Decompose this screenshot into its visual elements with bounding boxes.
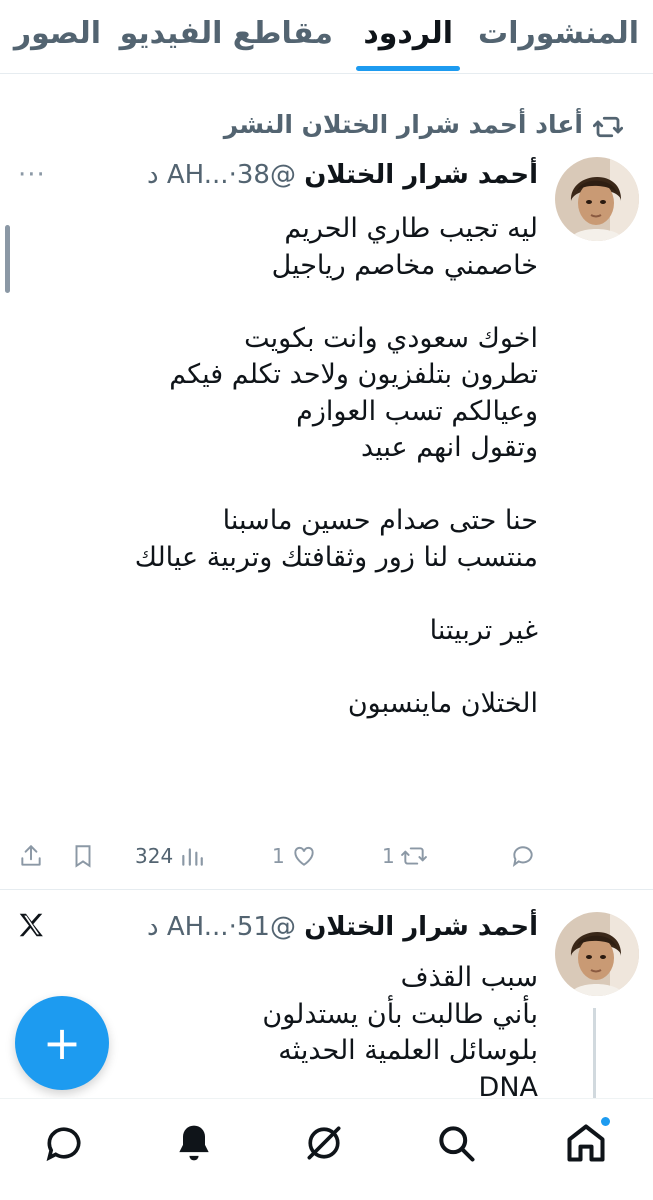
tweet-divider [0,889,653,890]
views-button[interactable]: 324 [135,838,205,874]
separator-dot: · [228,912,237,942]
scrollbar[interactable] [5,225,10,293]
tweet-line [18,649,538,686]
bottom-navigation [0,1098,653,1200]
search-icon [439,1126,475,1162]
tweet-line [18,467,538,504]
tweet-header: أحمد شرار الختلان @AH...·38 د [147,160,538,200]
messages-tab[interactable] [42,1121,86,1165]
avatar[interactable] [555,157,639,241]
home-icon [567,1124,605,1162]
tweet-line: الختلان ماينسبون [347,687,538,719]
repost-count: 1 [382,844,395,868]
reply-button[interactable] [510,838,542,874]
repost-icon [400,847,427,865]
bookmark-button[interactable] [70,838,96,874]
tweet-header: أحمد شرار الختلان @AH...·51 د [147,912,538,952]
tweet-line: حنا حتى صدام حسين ماسبنا [222,505,538,536]
tweet-line: اخوك سعودي وانت بكويت [244,322,538,354]
heart-icon [294,846,314,866]
search-tab[interactable] [434,1121,478,1165]
avatar[interactable] [555,912,639,996]
views-count: 324 [135,844,174,868]
grok-icon [307,1126,341,1160]
avatar-photo [555,912,639,996]
x-logo-icon [16,910,46,940]
repost-label: أعاد أحمد شرار الختلان النشر [223,110,583,139]
tab-posts[interactable]: المنشورات [478,16,639,51]
views-icon [182,848,204,866]
author-name[interactable]: أحمد شرار الختلان [304,160,538,190]
more-options-icon[interactable]: ··· [18,160,46,190]
notifications-icon [179,1125,209,1161]
like-button[interactable]: 1 [272,838,317,874]
tab-videos[interactable]: مقاطع الفيديو [120,16,333,51]
share-icon [21,845,41,866]
compose-button[interactable]: + [15,996,109,1090]
tweet-line: وتقول انهم عبيد [361,432,538,463]
tweet-line: منتسب لنا زور وثقافتك وتربية عيالك [134,541,538,573]
grok-tab[interactable] [302,1121,346,1165]
tweet-text: ليه تجيب طاري الحريم خاصمني مخاصم رياجيل… [18,211,538,722]
tab-replies[interactable]: الردود [363,16,453,51]
tab-photos[interactable]: الصور [14,16,101,51]
profile-tabs: المنشورات الردود مقاطع الفيديو الصور [0,0,653,74]
repost-button[interactable]: 1 [382,838,427,874]
share-button[interactable] [18,838,44,874]
like-count: 1 [272,844,285,868]
author-name[interactable]: أحمد شرار الختلان [304,912,538,942]
repost-icon [592,112,624,142]
avatar-photo [555,157,639,241]
notifications-tab[interactable] [172,1121,216,1165]
messages-icon [46,1127,81,1162]
reply-icon [512,846,533,867]
tweet-line [18,576,538,613]
tweet-line: غير تربيتنا [429,614,538,646]
thread-connector [593,1008,596,1108]
tweet-line [18,284,538,321]
tweet-line: خاصمني مخاصم رياجيل [271,249,538,281]
bookmark-icon [75,845,91,868]
home-tab[interactable] [564,1117,610,1165]
unread-dot [601,1117,610,1126]
tweet-line: وعيالكم تسب العوازم [296,395,538,427]
tweet-line: سبب القذف [400,962,538,993]
separator-dot: · [228,160,237,190]
tweet-actions: 1 1 324 [0,838,653,878]
tweet-line: تطرون بتلفزيون ولاحد تكلم فيكم [169,359,538,390]
active-tab-indicator [356,66,460,71]
tweet-line: ليه تجيب طاري الحريم [284,213,538,244]
plus-icon: + [42,1016,82,1070]
